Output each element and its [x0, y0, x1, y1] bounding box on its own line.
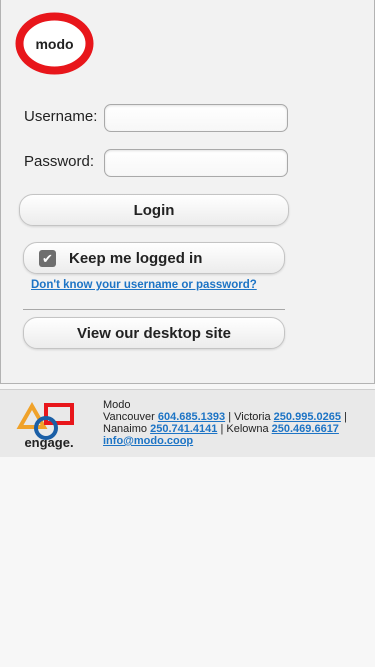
- login-button-label: Login: [133, 201, 175, 219]
- divider: [23, 309, 285, 310]
- separator: |: [220, 423, 224, 435]
- nanaimo-label: Nanaimo: [103, 423, 148, 435]
- email-link[interactable]: info@modo.coop: [103, 435, 193, 447]
- victoria-phone-link[interactable]: 250.995.0265: [274, 411, 341, 423]
- username-label: Username:: [24, 108, 98, 125]
- forgot-credentials-link[interactable]: Don't know your username or password?: [31, 279, 257, 291]
- contact-line-2: Nanaimo 250.741.4141 | Kelowna 250.469.6…: [103, 423, 365, 435]
- company-name: Modo: [103, 399, 131, 411]
- contact-line-1: Vancouver 604.685.1393 | Victoria 250.99…: [103, 411, 365, 423]
- password-label: Password:: [24, 153, 95, 170]
- footer: engage. Modo Vancouver 604.685.1393 | Vi…: [0, 389, 375, 457]
- engage-logo[interactable]: engage.: [16, 401, 82, 453]
- contact-line-3: info@modo.coop: [103, 435, 365, 447]
- separator: |: [344, 411, 347, 423]
- view-desktop-site-label: View our desktop site: [77, 324, 231, 342]
- vancouver-phone-link[interactable]: 604.685.1393: [158, 411, 225, 423]
- login-button[interactable]: Login: [19, 194, 289, 226]
- kelowna-phone-link[interactable]: 250.469.6617: [272, 423, 339, 435]
- kelowna-label: Kelowna: [226, 423, 269, 435]
- keep-logged-in-toggle[interactable]: ✔ Keep me logged in: [23, 242, 285, 274]
- vancouver-label: Vancouver: [103, 411, 155, 423]
- password-input[interactable]: [104, 149, 288, 177]
- login-panel: modo Username: Password: Login ✔ Keep me…: [0, 0, 375, 384]
- nanaimo-phone-link[interactable]: 250.741.4141: [150, 423, 217, 435]
- checkbox-checked-icon[interactable]: ✔: [39, 249, 56, 267]
- username-input[interactable]: [104, 104, 288, 132]
- view-desktop-site-button[interactable]: View our desktop site: [23, 317, 285, 349]
- victoria-label: Victoria: [234, 411, 271, 423]
- engage-logo-text: engage.: [24, 435, 74, 450]
- separator: |: [228, 411, 232, 423]
- modo-logo-text: modo: [35, 35, 74, 52]
- modo-logo[interactable]: modo: [15, 12, 94, 75]
- keep-logged-in-label: Keep me logged in: [69, 249, 203, 267]
- contact-info: Modo Vancouver 604.685.1393 | Victoria 2…: [103, 399, 365, 447]
